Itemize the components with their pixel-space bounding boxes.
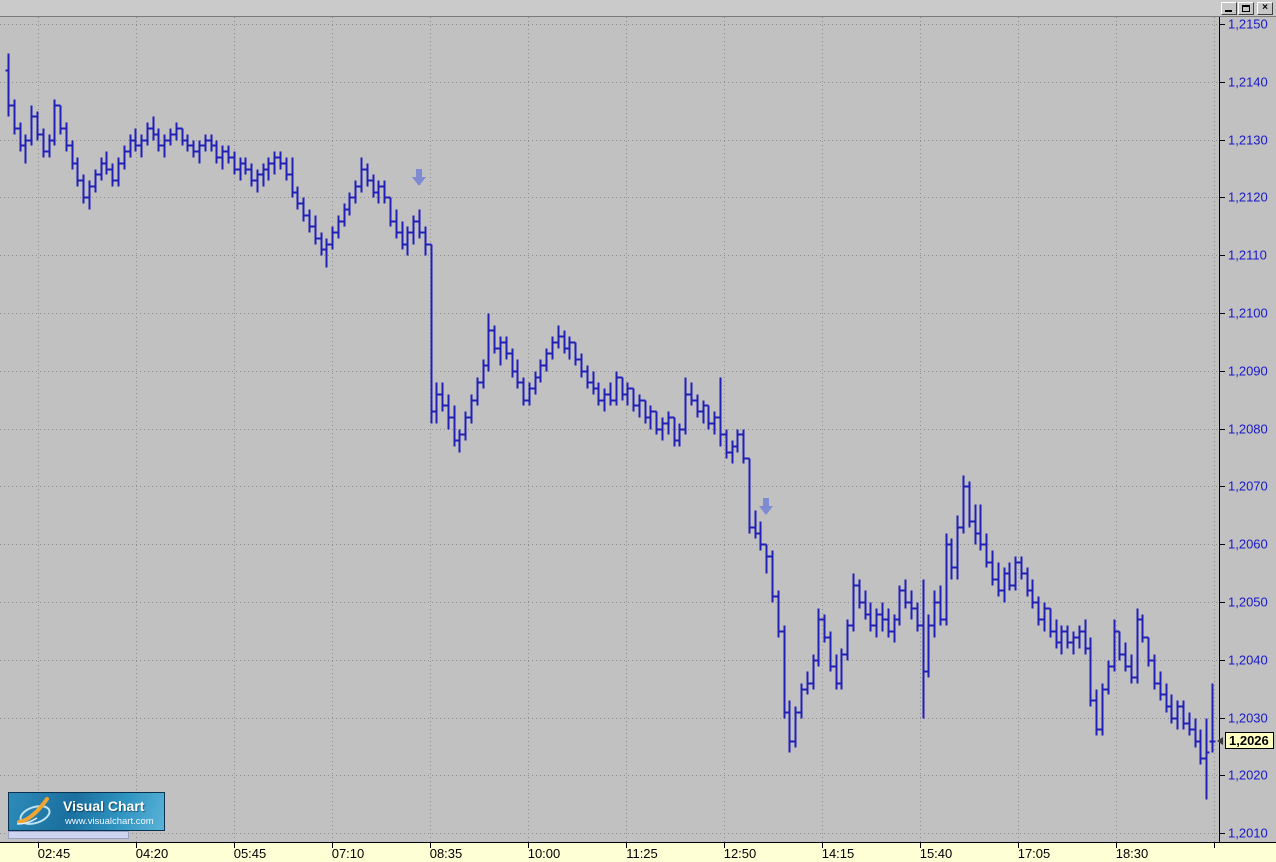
price-chart-canvas[interactable]: 1,2150 1,2140 1,2130 1,2120 1,2110 1,2100 1,20… [0,0,1276,862]
x-axis-label: 07:10 [332,846,365,861]
y-axis-label: 1,2010 [1228,826,1268,841]
last-price-box: 1,2026 [1225,732,1274,749]
x-axis-label: 11:25 [626,846,658,861]
logo-stub-bar [8,831,129,839]
y-axis-label: 1,2060 [1228,537,1268,552]
y-axis-label: 1,2030 [1228,711,1268,726]
x-axis-label: 04:20 [136,846,169,861]
visual-chart-logo[interactable]: Visual Chart www.visualchart.com [8,792,165,831]
x-axis-label: 02:45 [38,846,71,861]
logo-url: www.visualchart.com [65,816,154,827]
last-price-marker [1217,737,1223,745]
x-axis-label: 05:45 [234,846,267,861]
x-axis-label: 18:30 [1116,846,1149,861]
x-axis-label: 10:00 [528,846,561,861]
logo-title: Visual Chart [63,798,145,814]
y-axis-label: 1,2080 [1228,422,1268,437]
y-axis-label: 1,2070 [1228,479,1268,494]
y-axis-label: 1,2120 [1228,190,1268,205]
x-axis-label: 08:35 [430,846,463,861]
x-axis-label: 12:50 [724,846,757,861]
y-axis-label: 1,2140 [1228,75,1268,90]
y-axis-label: 1,2050 [1228,595,1268,610]
y-axis-label: 1,2130 [1228,133,1268,148]
y-axis-label: 1,2040 [1228,653,1268,668]
y-axis-label: 1,2020 [1228,768,1268,783]
y-axis-label: 1,2150 [1228,17,1268,32]
y-axis-label: 1,2090 [1228,364,1268,379]
x-axis-label: 14:15 [822,846,855,861]
y-axis-label: 1,2110 [1228,248,1267,263]
y-axis-label: 1,2100 [1228,306,1268,321]
x-axis-label: 17:05 [1018,846,1051,861]
visual-chart-swoosh-icon [16,797,51,825]
x-axis-label: 15:40 [920,846,953,861]
